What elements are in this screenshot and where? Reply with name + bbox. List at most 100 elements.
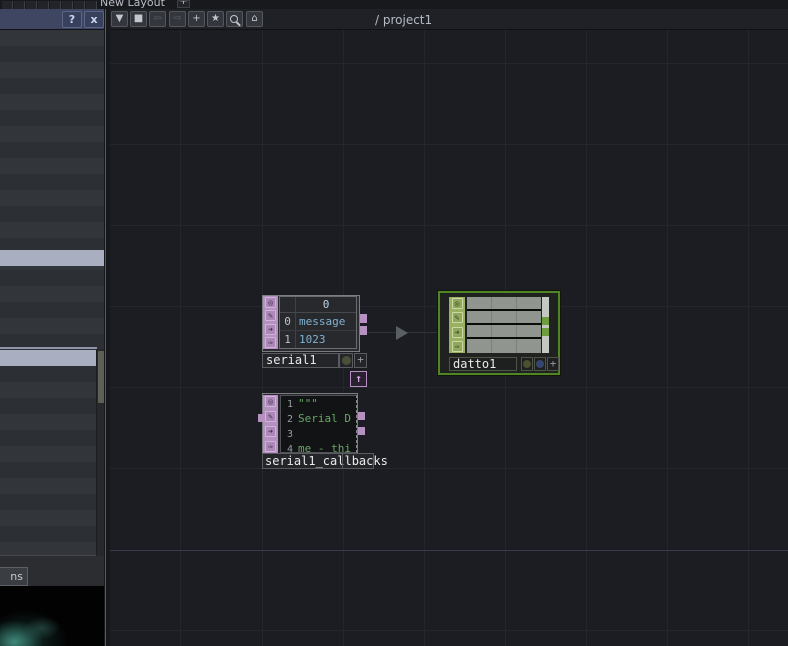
- left-panel: ns: [0, 30, 105, 646]
- close-button[interactable]: x: [84, 11, 104, 28]
- node-name-label[interactable]: serial1: [262, 353, 339, 368]
- section-divider: [0, 347, 97, 349]
- datto1-table-viewer[interactable]: [467, 297, 541, 353]
- scrollbar-thumb[interactable]: [542, 317, 549, 325]
- parameter-list[interactable]: [0, 30, 104, 556]
- layout-tab-bar: New Layout +: [0, 0, 788, 9]
- node-flags: ◎ ✎ ➜ ✑: [449, 297, 465, 353]
- dock-tab-stub[interactable]: [38, 1, 49, 9]
- flag-dot: [536, 360, 544, 368]
- grid-line: [110, 144, 788, 145]
- output-connector[interactable]: [358, 412, 365, 420]
- help-button[interactable]: ?: [62, 11, 82, 28]
- code-line: 1 """: [286, 397, 318, 410]
- expand-flag-button[interactable]: +: [354, 353, 367, 368]
- dock-tab-stub[interactable]: [26, 1, 37, 9]
- flag-dot: [523, 360, 531, 368]
- table-header-row: 0: [280, 297, 356, 313]
- row-separator: [467, 309, 541, 311]
- corner-cell: [280, 297, 296, 312]
- selected-row[interactable]: [0, 350, 97, 366]
- network-toolbar: ▼ ■ ⇦ ⇨ + ★ ⌂ / project1: [110, 9, 788, 30]
- forward-arrow-icon[interactable]: ⇨: [169, 11, 186, 27]
- output-connector[interactable]: [360, 326, 367, 335]
- table-row: 1 1023: [280, 331, 356, 348]
- node-flags: ◎ ✎ ➜ ✑: [263, 395, 278, 453]
- touchdesigner-window: New Layout + ? x ▼ ■ ⇦ ⇨ + ★ ⌂ / project…: [0, 0, 788, 646]
- row-separator: [467, 323, 541, 325]
- code-line: 2 Serial D: [286, 412, 351, 425]
- grid-line: [424, 30, 425, 646]
- search-icon[interactable]: [226, 11, 243, 27]
- edit-flag-icon[interactable]: ✎: [265, 310, 276, 322]
- back-arrow-icon[interactable]: ⇦: [149, 11, 166, 27]
- node-serial1[interactable]: ◎ ✎ ➜ ✑ 0 0 message 1 1023 serial1 + ↑: [262, 295, 374, 390]
- dock-tab-stub[interactable]: [86, 1, 97, 9]
- viewer-flag-icon[interactable]: ◎: [265, 396, 276, 407]
- output-connector[interactable]: [360, 314, 367, 323]
- render-flag[interactable]: [339, 353, 353, 368]
- export-flag-icon[interactable]: ➜: [451, 326, 463, 338]
- grid-line: [748, 30, 749, 646]
- export-flag-icon[interactable]: ➜: [265, 323, 276, 335]
- smoke-thumbnail: [0, 586, 104, 646]
- grid-line: [586, 30, 587, 646]
- dock-tab-stub[interactable]: [62, 1, 73, 9]
- grid-line: [110, 630, 788, 631]
- dock-tab-stub[interactable]: [74, 1, 85, 9]
- flag-dot: [341, 356, 351, 365]
- magnifier-glyph: [230, 15, 238, 23]
- callbacks-code-viewer[interactable]: 1 """ 2 Serial D 3 4 me - thi: [280, 395, 357, 453]
- wire-arrow-icon: [396, 326, 408, 340]
- bypass-flag-icon[interactable]: ✑: [265, 336, 276, 348]
- node-serial1-callbacks[interactable]: ◎ ✎ ➜ ✑ 1 """ 2 Serial D 3 4 me - thi seria…: [258, 393, 388, 473]
- node-name-label[interactable]: serial1_callbacks: [262, 453, 388, 469]
- viewer-scrollbar[interactable]: [542, 297, 549, 353]
- display-flag[interactable]: [534, 357, 546, 371]
- tab-new-layout[interactable]: New Layout: [100, 0, 174, 9]
- edit-flag-icon[interactable]: ✎: [451, 312, 463, 324]
- stop-icon[interactable]: ■: [130, 11, 147, 27]
- tab-label: New Layout: [100, 0, 165, 9]
- node-name-label[interactable]: datto1: [449, 357, 517, 371]
- table-row: 0 message: [280, 313, 356, 331]
- output-connector[interactable]: [358, 427, 365, 435]
- row-separator: [467, 337, 541, 339]
- code-line: 4 me - thi: [286, 442, 351, 453]
- expand-flag-button[interactable]: +: [547, 357, 559, 371]
- selected-row[interactable]: [0, 250, 104, 266]
- serial1-table-viewer[interactable]: 0 0 message 1 1023: [279, 296, 357, 349]
- preview-image[interactable]: [0, 586, 104, 646]
- scrollbar-thumb[interactable]: [542, 328, 549, 336]
- dock-tab-stub[interactable]: [14, 1, 25, 9]
- home-icon[interactable]: ⌂: [246, 11, 263, 27]
- dock-indicator-arrow[interactable]: ↑: [350, 371, 367, 387]
- bottom-tab[interactable]: ns: [0, 567, 28, 586]
- add-icon[interactable]: +: [188, 11, 205, 27]
- edit-flag-icon[interactable]: ✎: [265, 411, 276, 422]
- code-line: 3: [286, 429, 293, 440]
- render-flag[interactable]: [521, 357, 533, 371]
- grid-line-major: [110, 550, 788, 551]
- viewer-flag-icon[interactable]: ◎: [451, 298, 463, 309]
- dropdown-arrow-icon[interactable]: ▼: [111, 11, 128, 27]
- breadcrumb[interactable]: / project1: [375, 13, 432, 27]
- grid-line: [110, 468, 788, 469]
- dock-tab-stub[interactable]: [2, 1, 13, 9]
- node-datto1[interactable]: ◎ ✎ ➜ ✑ datto1 +: [438, 291, 560, 375]
- bookmark-star-icon[interactable]: ★: [207, 11, 224, 27]
- viewer-flag-icon[interactable]: ◎: [265, 297, 276, 308]
- grid-line: [110, 387, 788, 388]
- grid-line: [110, 225, 788, 226]
- export-flag-icon[interactable]: ➜: [265, 426, 276, 437]
- grid-line: [180, 30, 181, 646]
- dock-tab-stub[interactable]: [50, 1, 61, 9]
- network-editor[interactable]: ◎ ✎ ➜ ✑ 0 0 message 1 1023 serial1 + ↑ ◎…: [110, 30, 788, 646]
- bypass-flag-icon[interactable]: ✑: [451, 340, 463, 352]
- bypass-flag-icon[interactable]: ✑: [265, 441, 276, 452]
- dialog-header: ? x: [0, 9, 104, 30]
- node-flags: ◎ ✎ ➜ ✑: [263, 296, 278, 349]
- add-layout-tab-button[interactable]: +: [177, 0, 190, 8]
- grid-line: [110, 63, 788, 64]
- column-header: 0: [322, 298, 330, 311]
